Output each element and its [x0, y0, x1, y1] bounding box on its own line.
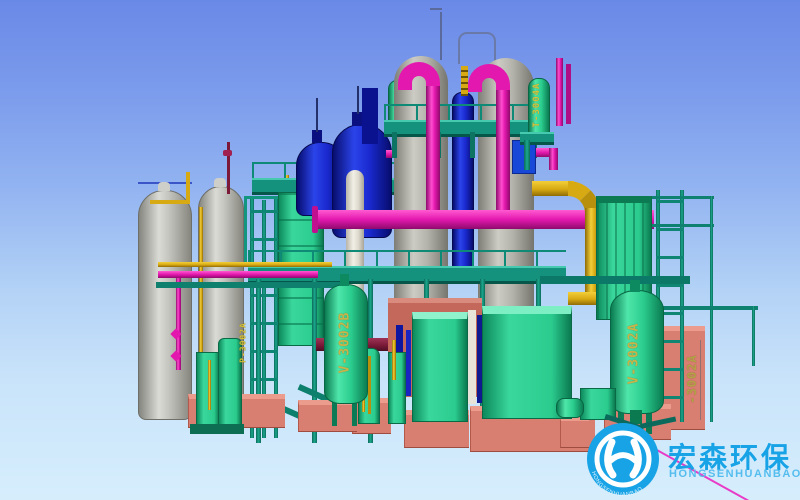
platform-brace: [392, 132, 397, 158]
pipe-segment: [186, 172, 190, 204]
vent-u-pipe: [458, 32, 496, 64]
storage-tank-left: [138, 190, 192, 420]
pump-piping-gold: [368, 356, 371, 414]
frame-beam: [652, 196, 714, 199]
company-name-en: HONGSENHUANBAO: [669, 468, 800, 480]
foundation-pedestal: [560, 416, 589, 448]
magenta-downcomer: [496, 90, 510, 216]
tag-small-column: T-3004A: [532, 80, 542, 130]
level-gauge-gold: [461, 66, 468, 96]
pipe-segment: [549, 148, 558, 170]
pipe-segment: [468, 310, 476, 404]
pipe-segment: [648, 306, 758, 310]
tank-nozzle: [158, 182, 170, 191]
pipe-segment: [566, 64, 571, 124]
frame-beam: [652, 224, 714, 227]
pipe-segment: [556, 58, 563, 126]
tag-pump: P-3002A: [239, 319, 248, 367]
pump-vertical: [388, 352, 406, 424]
pump-piping-gold: [208, 360, 211, 410]
pump-piping-gold: [392, 340, 396, 380]
pipe-segment: [406, 330, 411, 396]
magenta-downcomer: [426, 86, 440, 216]
vent-line: [316, 98, 318, 132]
dark-blue-slab: [362, 88, 378, 144]
vent-line: [357, 86, 359, 114]
vessel-nozzle: [630, 280, 640, 292]
foundation-pad: [298, 400, 357, 432]
pipe-segment: [158, 271, 318, 278]
pump-motor: [556, 398, 584, 418]
pipe-segment: [156, 282, 346, 288]
pipe-segment: [150, 200, 190, 204]
tag-vessel-right: V-3002A: [627, 312, 642, 396]
vent-stack: [440, 12, 442, 60]
tag-leader-right: -3002A: [685, 337, 699, 421]
valve: [223, 150, 232, 156]
company-logo-mark: HONGSENHUANBAO: [586, 422, 660, 496]
support-leg: [524, 140, 530, 170]
tank-nozzle: [214, 178, 226, 187]
frame-post: [752, 306, 755, 366]
pipe-flange: [312, 206, 318, 233]
pump-base: [190, 424, 244, 434]
equipment-skid: [412, 312, 468, 422]
platform-brace: [470, 132, 475, 158]
vent-stack: [430, 8, 442, 10]
tag-vessel-left: V-3002B: [338, 301, 353, 385]
leader-line: [700, 340, 701, 420]
pipe-segment: [540, 276, 690, 284]
pipe-segment: [158, 262, 332, 267]
vessel-nozzle: [340, 274, 349, 286]
plant-3d-render: T-3004A: [0, 0, 800, 500]
